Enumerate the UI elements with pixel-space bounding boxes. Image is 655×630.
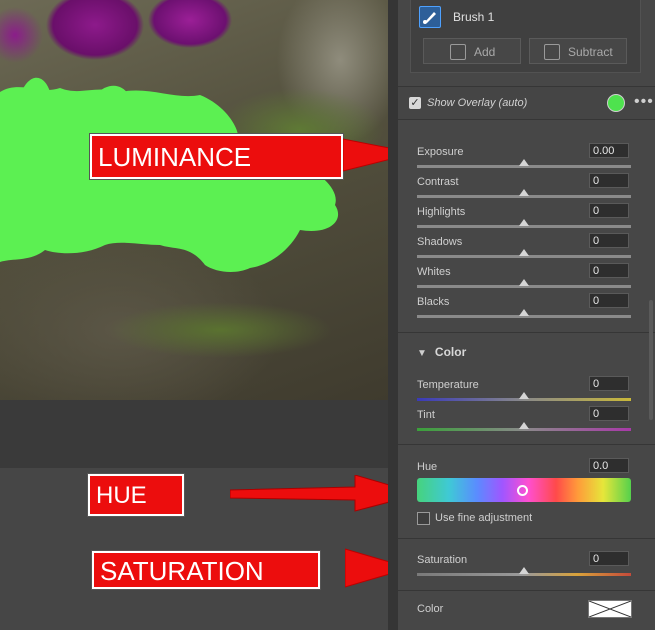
saturation-callout: SATURATION (91, 550, 321, 590)
mask-overlay (0, 77, 339, 272)
temperature-value[interactable]: 0 (589, 376, 629, 391)
exposure-slider[interactable]: Exposure 0.00 (398, 143, 655, 176)
subtract-brush-icon (544, 44, 560, 60)
contrast-thumb[interactable] (519, 189, 529, 196)
shadows-value[interactable]: 0 (589, 233, 629, 248)
color-section-title: Color (434, 345, 467, 359)
temperature-label: Temperature (417, 379, 479, 391)
brush-item[interactable]: Brush 1 (419, 6, 629, 30)
highlights-label: Highlights (417, 206, 466, 218)
highlights-slider[interactable]: Highlights 0 (398, 203, 655, 236)
overlay-checkbox[interactable]: ✓ (409, 97, 421, 109)
tint-thumb[interactable] (519, 422, 529, 429)
exposure-value[interactable]: 0.00 (589, 143, 629, 158)
overlay-label: Show Overlay (auto) (427, 97, 528, 109)
whites-label: Whites (417, 266, 451, 278)
temperature-slider[interactable]: Temperature 0 (398, 376, 655, 409)
tint-label: Tint (417, 409, 435, 421)
panel-divider[interactable] (388, 0, 398, 630)
add-brush-icon (450, 44, 466, 60)
whites-slider[interactable]: Whites 0 (398, 263, 655, 296)
color-swatch[interactable] (588, 600, 632, 618)
whites-thumb[interactable] (519, 279, 529, 286)
shadows-thumb[interactable] (519, 249, 529, 256)
overlay-color-swatch[interactable] (607, 94, 625, 112)
fine-adjustment-checkbox[interactable] (417, 512, 430, 525)
fine-adjustment-label: Use fine adjustment (435, 512, 533, 524)
saturation-slider[interactable]: Saturation 0 (398, 551, 655, 584)
saturation-value[interactable]: 0 (589, 551, 629, 566)
saturation-label: Saturation (417, 554, 468, 566)
tint-value[interactable]: 0 (589, 406, 629, 421)
exposure-thumb[interactable] (519, 159, 529, 166)
hue-callout: HUE (87, 473, 185, 517)
overlay-row: ✓ Show Overlay (auto) ••• (398, 86, 655, 120)
tint-slider[interactable]: Tint 0 (398, 406, 655, 439)
section-divider (398, 538, 655, 539)
hue-value[interactable]: 0.0 (589, 458, 629, 473)
subtract-button-label: Subtract (568, 45, 613, 59)
contrast-slider[interactable]: Contrast 0 (398, 173, 655, 206)
color-label: Color (417, 603, 444, 615)
more-options-icon[interactable]: ••• (634, 93, 654, 111)
adjustment-panel: Brush 1 Add Subtract ✓ Show Overlay (aut… (398, 0, 655, 630)
luminance-callout: LUMINANCE (89, 133, 344, 180)
highlights-value[interactable]: 0 (589, 203, 629, 218)
blacks-thumb[interactable] (519, 309, 529, 316)
brush-list: Brush 1 Add Subtract (410, 0, 641, 73)
section-divider (398, 444, 655, 445)
temperature-thumb[interactable] (519, 392, 529, 399)
blacks-slider[interactable]: Blacks 0 (398, 293, 655, 326)
hue-thumb[interactable] (517, 485, 528, 496)
contrast-value[interactable]: 0 (589, 173, 629, 188)
color-section-header[interactable]: ▼ Color (417, 345, 466, 359)
chevron-down-icon: ▼ (417, 348, 427, 359)
brush-name: Brush 1 (453, 10, 495, 24)
canvas-gutter (0, 400, 388, 468)
panel-scrollbar[interactable] (649, 300, 653, 420)
blacks-value[interactable]: 0 (589, 293, 629, 308)
blacks-label: Blacks (417, 296, 450, 308)
whites-value[interactable]: 0 (589, 263, 629, 278)
section-divider (398, 590, 655, 591)
contrast-label: Contrast (417, 176, 459, 188)
hue-label: Hue (417, 461, 438, 473)
highlights-thumb[interactable] (519, 219, 529, 226)
section-divider (398, 332, 655, 333)
shadows-label: Shadows (417, 236, 463, 248)
shadows-slider[interactable]: Shadows 0 (398, 233, 655, 266)
exposure-label: Exposure (417, 146, 464, 158)
subtract-button[interactable]: Subtract (529, 38, 627, 64)
saturation-thumb[interactable] (519, 567, 529, 574)
add-button[interactable]: Add (423, 38, 521, 64)
photo-canvas[interactable] (0, 0, 398, 630)
brush-icon (419, 6, 441, 28)
add-button-label: Add (474, 45, 496, 59)
